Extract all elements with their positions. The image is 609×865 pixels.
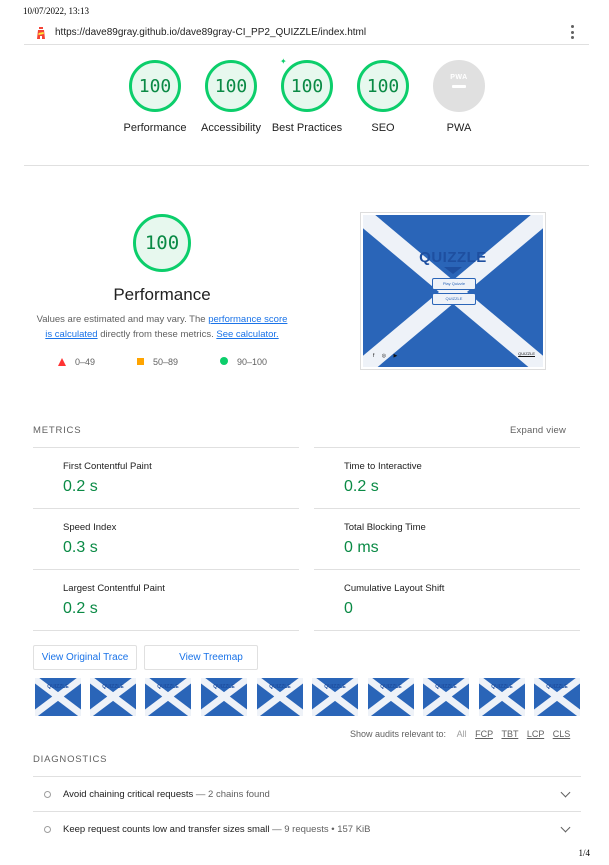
metric-value: 0.2 s — [63, 600, 98, 617]
filmstrip-frame: QUIZZLE — [90, 678, 136, 716]
gauge-label: Accessibility — [201, 122, 261, 134]
performance-score: 100 — [144, 232, 180, 254]
gauge-seo[interactable]: 100 SEO — [345, 60, 421, 136]
metric-value: 0.3 s — [63, 539, 98, 556]
metric-label: First Contentful Paint — [63, 461, 152, 472]
view-original-trace-button[interactable]: View Original Trace — [33, 645, 137, 670]
scale-fail: 0–49 — [58, 357, 95, 367]
scale-average: 50–89 — [137, 357, 178, 367]
page-url: https://dave89gray.github.io/dave89gray-… — [55, 27, 367, 38]
print-page-number: 1/4 — [578, 848, 590, 858]
audit-detail: 2 chains found — [208, 789, 270, 800]
filmstrip-frame: QUIZZLE — [312, 678, 358, 716]
metric-label: Time to Interactive — [344, 461, 422, 472]
gauge-label: Performance — [123, 122, 187, 134]
screenshot-social-icons: f ◎ ▶ — [373, 353, 401, 359]
filmstrip-frame: QUIZZLE — [368, 678, 414, 716]
metric-label: Speed Index — [63, 522, 117, 533]
filmstrip-frame: QUIZZLE — [257, 678, 303, 716]
filmstrip-frame: QUIZZLE — [479, 678, 525, 716]
filmstrip-frame: QUIZZLE — [35, 678, 81, 716]
lighthouse-logo-icon — [37, 27, 45, 39]
performance-description: Values are estimated and may vary. The p… — [36, 314, 288, 340]
gauge-value: 100 — [290, 76, 324, 97]
top-bar: https://dave89gray.github.io/dave89gray-… — [24, 22, 589, 45]
pwa-badge-icon: PWA — [448, 74, 470, 94]
performance-gauge: 100 — [133, 214, 191, 272]
performance-title: Performance — [113, 285, 211, 304]
view-treemap-button[interactable]: View Treemap — [144, 645, 258, 670]
chevron-down-icon[interactable] — [560, 822, 571, 833]
neutral-circle-icon — [44, 791, 51, 798]
gauge-value: 100 — [138, 76, 172, 97]
gauge-value: 100 — [366, 76, 400, 97]
fail-triangle-icon — [58, 358, 66, 366]
final-screenshot: QUIZZLE Play Quizzle QUIZZLE f ◎ ▶ QUIZZ… — [360, 212, 546, 370]
see-calculator-link[interactable]: See calculator. — [216, 329, 278, 340]
neutral-circle-icon — [44, 826, 51, 833]
metric-label: Total Blocking Time — [344, 522, 426, 533]
filter-lcp[interactable]: LCP — [527, 729, 544, 739]
score-summary: 100 Performance 100 Accessibility ✦ 100 B… — [24, 45, 589, 166]
gauge-performance[interactable]: 100 Performance — [117, 60, 193, 136]
gauge-pwa[interactable]: PWA PWA — [421, 60, 497, 136]
gauge-accessibility[interactable]: 100 Accessibility — [193, 60, 269, 136]
more-menu-icon[interactable] — [570, 25, 574, 39]
metric-value: 0 ms — [344, 539, 379, 556]
gauge-best-practices[interactable]: ✦ 100 Best Practices — [269, 57, 345, 136]
metric-value: 0.2 s — [63, 478, 98, 495]
filmstrip-frame: QUIZZLE — [423, 678, 469, 716]
filter-tbt[interactable]: TBT — [501, 729, 518, 739]
metrics-heading: METRICS — [33, 425, 82, 436]
audit-filter-label: Show audits relevant to: — [350, 729, 447, 739]
metric-value: 0 — [344, 600, 353, 617]
audit-filter-bar: Show audits relevant to: All FCP TBT LCP… — [350, 729, 570, 739]
chevron-down-icon[interactable] — [560, 787, 571, 798]
filmstrip: QUIZZLE QUIZZLE QUIZZLE QUIZZLE QUIZZLE … — [35, 678, 581, 716]
gauge-value: 100 — [214, 76, 248, 97]
confetti-icon: ✦ — [280, 57, 287, 66]
filmstrip-frame: QUIZZLE — [201, 678, 247, 716]
audit-title: Keep request counts low and transfer siz… — [63, 824, 270, 835]
metric-value: 0.2 s — [344, 478, 379, 495]
scale-pass: 90–100 — [220, 357, 267, 367]
gauge-label: Best Practices — [271, 122, 343, 134]
filter-cls[interactable]: CLS — [553, 729, 571, 739]
audit-row[interactable]: Avoid chaining critical requests — 2 cha… — [33, 776, 581, 812]
print-timestamp: 10/07/2022, 13:13 — [23, 6, 90, 16]
screenshot-second-button: QUIZZLE — [432, 293, 476, 305]
filmstrip-frame: QUIZZLE — [534, 678, 580, 716]
pass-circle-icon — [220, 357, 228, 365]
filmstrip-frame: QUIZZLE — [145, 678, 191, 716]
filter-all[interactable]: All — [457, 729, 467, 739]
expand-view-toggle[interactable]: Expand view — [510, 425, 566, 436]
metric-label: Largest Contentful Paint — [63, 583, 165, 594]
quizzle-logo: QUIZZLE — [419, 249, 487, 266]
treemap-icon — [159, 650, 173, 664]
filter-fcp[interactable]: FCP — [475, 729, 493, 739]
gauge-label: PWA — [446, 122, 472, 134]
screenshot-footer-link: QUIZZLE — [518, 351, 535, 356]
screenshot-play-button: Play Quizzle — [432, 278, 476, 290]
average-square-icon — [137, 358, 144, 365]
audit-detail: 9 requests • 157 KiB — [284, 824, 371, 835]
gauge-label: SEO — [371, 122, 395, 134]
audit-row[interactable]: Keep request counts low and transfer siz… — [33, 811, 581, 847]
diagnostics-heading: DIAGNOSTICS — [33, 754, 108, 765]
audit-title: Avoid chaining critical requests — [63, 789, 194, 800]
metric-label: Cumulative Layout Shift — [344, 583, 445, 594]
